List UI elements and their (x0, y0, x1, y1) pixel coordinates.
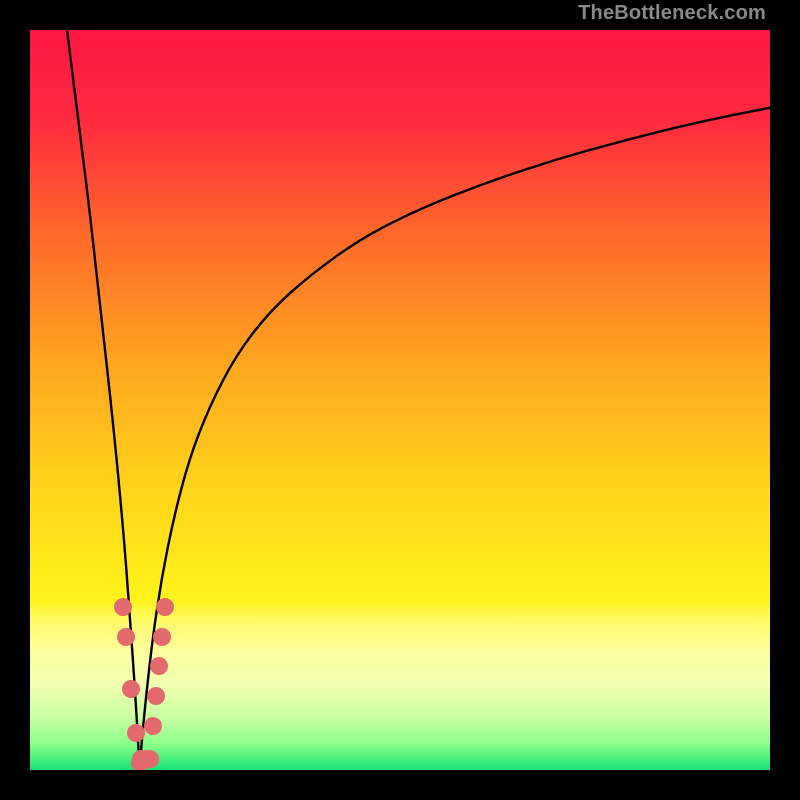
highlight-dot (127, 724, 145, 742)
watermark-text: TheBottleneck.com (578, 2, 766, 25)
highlight-dot (156, 598, 174, 616)
curve-right-branch (140, 108, 770, 770)
highlight-dot (114, 598, 132, 616)
bottleneck-curve (30, 30, 770, 770)
highlight-dot (122, 680, 140, 698)
curve-left-branch (67, 30, 140, 770)
highlight-dot (144, 717, 162, 735)
highlight-dot (150, 657, 168, 675)
highlight-dot (147, 687, 165, 705)
highlight-dot (117, 628, 135, 646)
highlight-dot (153, 628, 171, 646)
highlight-dot (141, 750, 159, 768)
chart-frame: TheBottleneck.com (0, 0, 800, 800)
plot-area (30, 30, 770, 770)
